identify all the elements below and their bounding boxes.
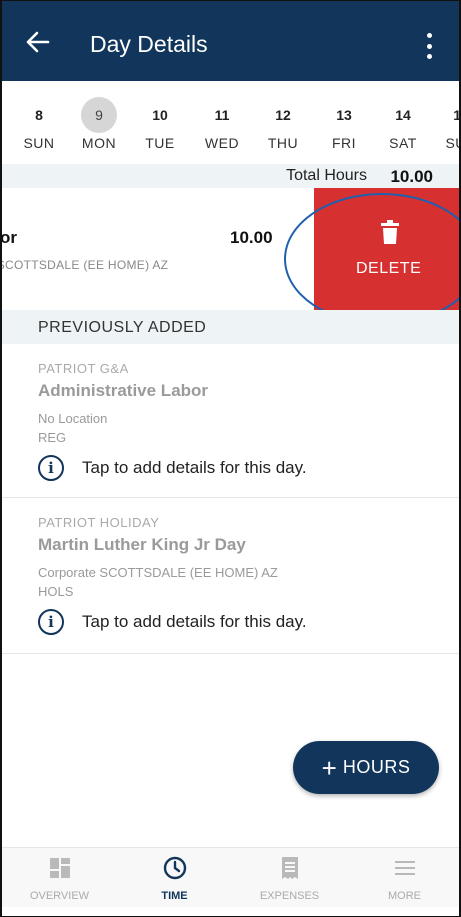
entry-location: Corporate SCOTTSDALE (EE HOME) AZ [2, 258, 169, 272]
day-fri-13[interactable]: 13 FRI [315, 81, 373, 169]
delete-label: DELETE [356, 260, 422, 277]
list-item[interactable]: PATRIOT HOLIDAY Martin Luther King Jr Da… [2, 498, 459, 654]
nav-expenses[interactable]: EXPENSES [232, 848, 347, 908]
day-weekday: FRI [331, 135, 357, 151]
section-header: PREVIOUSLY ADDED [2, 310, 459, 344]
day-wed-11[interactable]: 11 WED [193, 81, 251, 169]
page-title: Day Details [90, 31, 208, 57]
entry-hint[interactable]: i Tap to add details for this day. [38, 609, 307, 635]
day-sun-15[interactable]: 15 SUN [432, 81, 461, 169]
day-number: 15 [453, 107, 461, 123]
entry-client: PATRIOT G&A [38, 361, 129, 376]
day-mon-9[interactable]: 9 MON [70, 81, 128, 169]
day-sat-14[interactable]: 14 SAT [374, 81, 432, 169]
total-hours-label: Total Hours [286, 167, 367, 184]
nav-label: EXPENSES [259, 890, 320, 902]
bottom-nav: OVERVIEW TIME EXPENSES MORE [2, 847, 459, 907]
receipt-icon [278, 856, 302, 880]
clock-icon [163, 856, 187, 880]
hint-text: Tap to add details for this day. [82, 458, 307, 477]
entry-project: Administrative Labor [2, 228, 18, 247]
day-number: 10 [152, 107, 168, 123]
trash-icon [380, 220, 400, 244]
info-icon: i [38, 609, 64, 635]
nav-label: TIME [161, 890, 188, 902]
day-weekday: THU [267, 135, 299, 151]
hint-text: Tap to add details for this day. [82, 612, 307, 631]
nav-overview[interactable]: OVERVIEW [2, 848, 117, 908]
arrow-left-icon[interactable] [20, 27, 56, 57]
day-number: 13 [336, 107, 352, 123]
app-bar: Day Details [2, 1, 459, 81]
day-number: 9 [81, 97, 117, 133]
plus-icon: + [321, 752, 337, 783]
delete-button[interactable]: DELETE [314, 188, 459, 310]
nav-time[interactable]: TIME [117, 848, 232, 908]
day-weekday: WED [204, 135, 240, 151]
info-icon: i [38, 455, 64, 481]
nav-label: OVERVIEW [29, 890, 90, 902]
day-weekday: SAT [389, 135, 417, 151]
week-strip: 8 SUN 9 MON 10 TUE 11 WED 12 THU 13 FRI … [2, 81, 459, 169]
entry-client: PATRIOT HOLIDAY [38, 515, 160, 530]
nav-more[interactable]: MORE [347, 848, 459, 908]
list-item[interactable]: PATRIOT G&A Administrative Labor No Loca… [2, 344, 459, 498]
entry-code: HOLS [38, 584, 74, 599]
total-hours-bar: Total Hours 10.00 [2, 164, 459, 188]
entry-task: Administrative Labor [38, 381, 209, 400]
total-hours-value: 10.00 [390, 167, 433, 186]
day-number: 14 [395, 107, 411, 123]
entry-location: No Location [38, 411, 108, 426]
day-tue-10[interactable]: 10 TUE [131, 81, 189, 169]
day-thu-12[interactable]: 12 THU [254, 81, 312, 169]
day-number: 11 [214, 107, 230, 123]
swiped-time-entry[interactable]: Administrative Labor Corporate SCOTTSDAL… [2, 188, 459, 310]
day-number: 8 [35, 107, 43, 123]
bottom-strip [2, 907, 459, 916]
entry-code: REG [38, 430, 67, 445]
add-hours-label: HOURS [342, 757, 411, 777]
day-number: 12 [275, 107, 291, 123]
dashboard-icon [48, 856, 72, 880]
hamburger-menu-icon [393, 856, 417, 880]
kebab-menu-icon[interactable] [425, 33, 433, 59]
add-hours-button[interactable]: + HOURS [293, 741, 439, 794]
day-weekday: SUN [23, 135, 55, 151]
day-weekday: MON [81, 135, 117, 151]
section-title: PREVIOUSLY ADDED [38, 319, 207, 336]
day-sun-8[interactable]: 8 SUN [10, 81, 68, 169]
app-screen: Day Details 8 SUN 9 MON 10 TUE 11 WED 12… [0, 0, 461, 917]
entry-hint[interactable]: i Tap to add details for this day. [38, 455, 307, 481]
entry-hours: 10.00 [230, 228, 273, 247]
nav-label: MORE [388, 890, 421, 902]
day-weekday: TUE [145, 135, 175, 151]
entry-task: Martin Luther King Jr Day [38, 535, 246, 554]
day-weekday: SUN [445, 135, 459, 151]
entry-location: Corporate SCOTTSDALE (EE HOME) AZ [38, 565, 278, 580]
